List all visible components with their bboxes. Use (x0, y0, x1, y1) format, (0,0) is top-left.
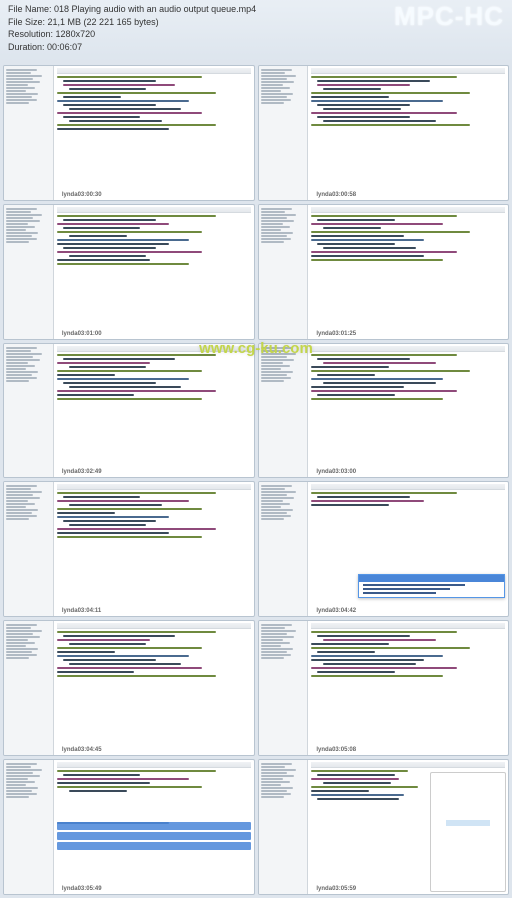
resolution-label: Resolution: (8, 29, 53, 39)
ide-editor: lynda03:05:49 (54, 760, 254, 894)
brand-watermark: lynda03:03:00 (316, 469, 356, 475)
preview-pane (430, 772, 506, 892)
ide-sidebar (4, 482, 54, 616)
ide-editor: lynda03:00:58 (308, 66, 508, 200)
filename-value: 018 Playing audio with an audio output q… (54, 4, 256, 14)
ide-editor: lynda03:04:42 (308, 482, 508, 616)
ide-sidebar (259, 621, 309, 755)
filesize-value: 21,1 MB (22 221 165 bytes) (48, 17, 159, 27)
ide-sidebar (4, 66, 54, 200)
brand-watermark: lynda03:05:49 (62, 886, 102, 892)
brand-watermark: lynda03:01:00 (62, 331, 102, 337)
brand-watermark: lynda03:05:59 (316, 886, 356, 892)
duration-value: 00:06:07 (47, 42, 82, 52)
ide-editor: lynda03:05:59 (308, 760, 508, 894)
filesize-label: File Size: (8, 17, 45, 27)
ide-sidebar (259, 482, 309, 616)
brand-watermark: lynda03:00:58 (316, 192, 356, 198)
selection-highlight (57, 842, 251, 850)
thumbnail-grid: lynda03:00:30 lynda03:00:58 lynda03:01:0… (0, 62, 512, 898)
resolution-value: 1280x720 (56, 29, 96, 39)
ide-sidebar (259, 760, 309, 894)
selection-highlight (57, 822, 251, 830)
ide-sidebar (259, 205, 309, 339)
ide-sidebar (259, 66, 309, 200)
brand-watermark: lynda03:02:49 (62, 469, 102, 475)
thumbnail-2[interactable]: lynda03:00:58 (258, 65, 510, 201)
thumbnail-11[interactable]: lynda03:05:49 (3, 759, 255, 895)
thumbnail-3[interactable]: lynda03:01:00 (3, 204, 255, 340)
duration-label: Duration: (8, 42, 45, 52)
ide-editor: lynda03:00:30 (54, 66, 254, 200)
ide-sidebar (259, 344, 309, 478)
ide-sidebar (4, 344, 54, 478)
brand-watermark: lynda03:04:45 (62, 747, 102, 753)
brand-watermark: lynda03:00:30 (62, 192, 102, 198)
brand-watermark: lynda03:04:11 (62, 608, 101, 614)
thumbnail-10[interactable]: lynda03:05:08 (258, 620, 510, 756)
thumbnail-5[interactable]: lynda03:02:49 (3, 343, 255, 479)
brand-watermark: lynda03:01:25 (316, 331, 356, 337)
ide-sidebar (4, 621, 54, 755)
brand-watermark: lynda03:05:08 (316, 747, 356, 753)
thumbnail-12[interactable]: lynda03:05:59 (258, 759, 510, 895)
ide-editor: lynda03:05:08 (308, 621, 508, 755)
thumbnail-7[interactable]: lynda03:04:11 (3, 481, 255, 617)
brand-watermark: lynda03:04:42 (316, 608, 356, 614)
app-logo: MPC-HC (394, 0, 504, 34)
ide-editor: lynda03:04:45 (54, 621, 254, 755)
ide-editor: lynda03:03:00 (308, 344, 508, 478)
ide-editor: lynda03:02:49 (54, 344, 254, 478)
thumbnail-1[interactable]: lynda03:00:30 (3, 65, 255, 201)
selection-highlight (57, 832, 251, 840)
filename-label: File Name: (8, 4, 52, 14)
ide-editor: lynda03:01:25 (308, 205, 508, 339)
thumbnail-4[interactable]: lynda03:01:25 (258, 204, 510, 340)
ide-sidebar (4, 760, 54, 894)
file-info-header: File Name: 018 Playing audio with an aud… (0, 0, 512, 60)
thumbnail-8[interactable]: lynda03:04:42 (258, 481, 510, 617)
ide-editor: lynda03:04:11 (54, 482, 254, 616)
autocomplete-popup[interactable] (358, 574, 505, 598)
ide-editor: lynda03:01:00 (54, 205, 254, 339)
thumbnail-9[interactable]: lynda03:04:45 (3, 620, 255, 756)
thumbnail-6[interactable]: lynda03:03:00 (258, 343, 510, 479)
ide-sidebar (4, 205, 54, 339)
